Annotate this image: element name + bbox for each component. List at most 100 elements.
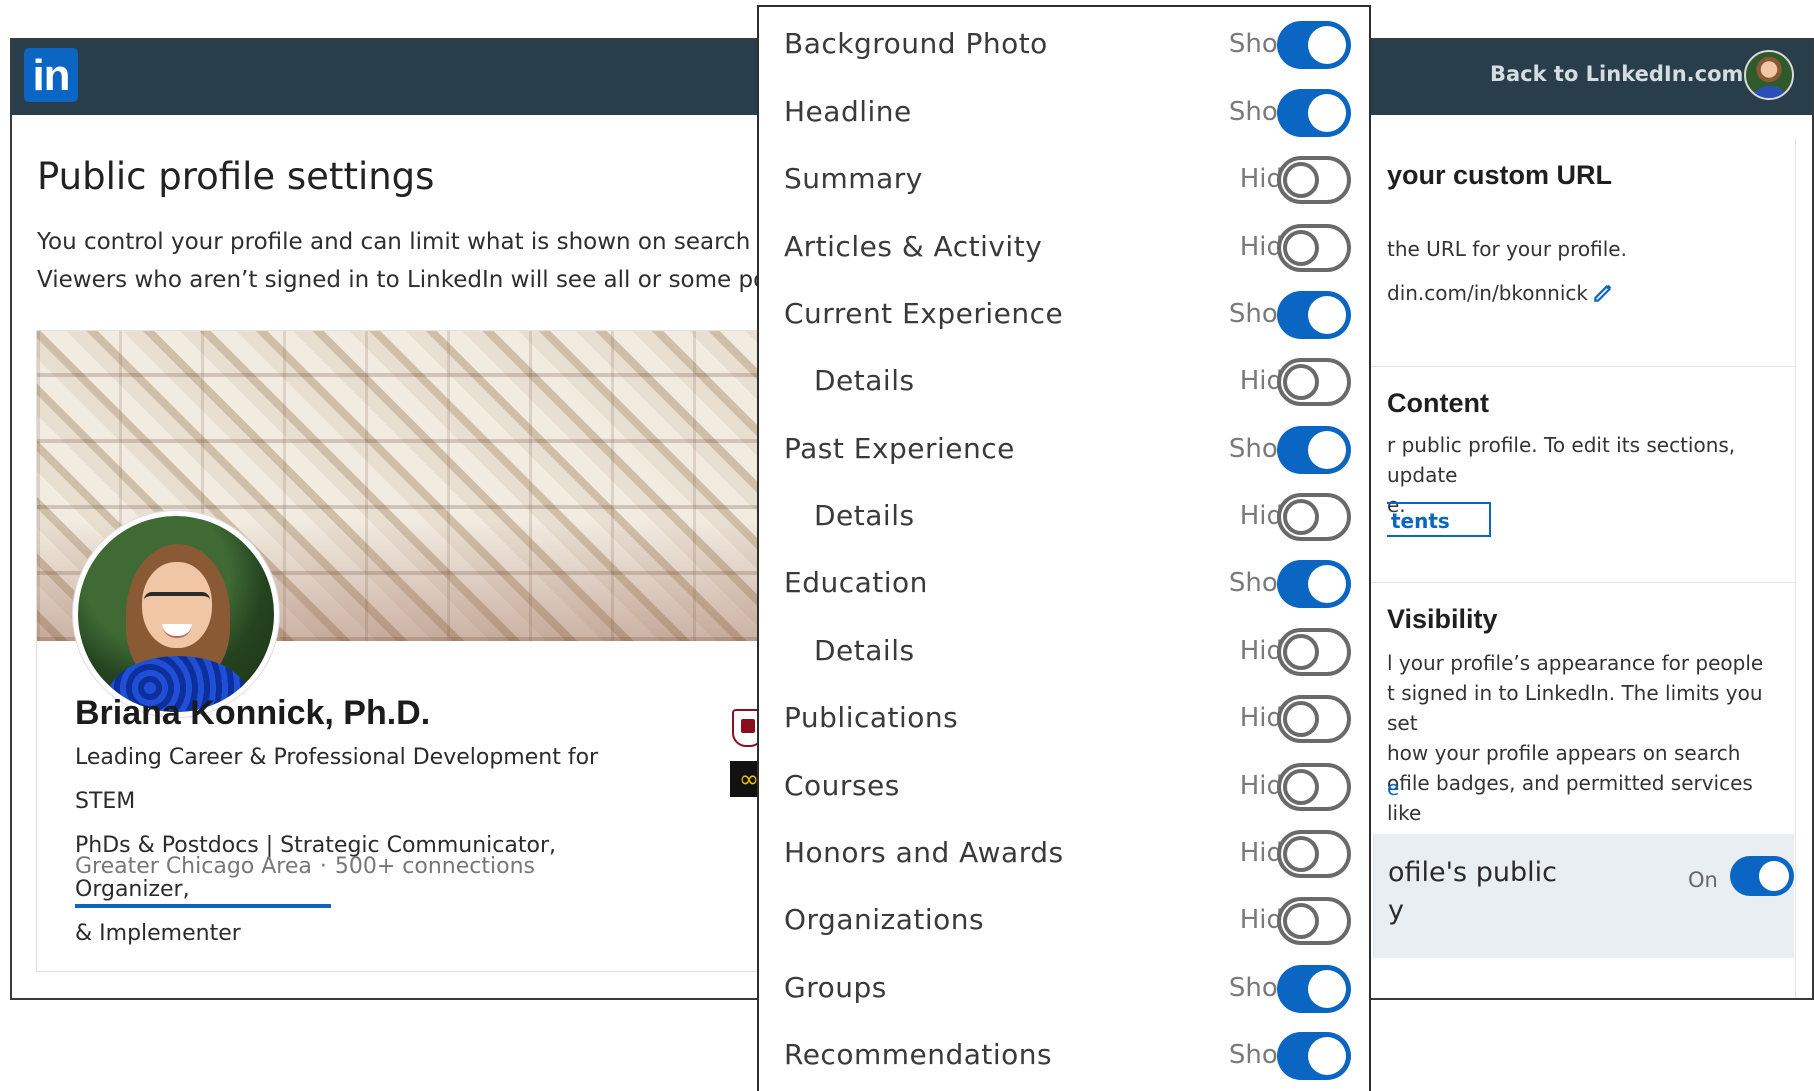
back-to-linkedin-link[interactable]: Back to LinkedIn.com [1490, 62, 1743, 86]
custom-url-value: din.com/in/bkonnick [1387, 281, 1588, 305]
custom-url-title: your custom URL [1387, 160, 1613, 190]
visibility-row: Background Photo Show [759, 15, 1369, 75]
profile-headline: Leading Career & Professional Developmen… [75, 736, 635, 956]
toggle-knob [1283, 499, 1319, 535]
content-title: Content [1387, 388, 1489, 418]
page-intro: You control your profile and can limit w… [37, 223, 793, 299]
visibility-row: Recommendations Show [759, 1026, 1369, 1086]
visibility-row-label: Organizations [784, 903, 985, 936]
visibility-row-label: Details [814, 499, 915, 532]
visibility-toggle[interactable] [1277, 830, 1351, 878]
toggle-knob [1308, 94, 1346, 132]
page-title: Public profile settings [37, 155, 435, 198]
visibility-row-label: Headline [784, 95, 912, 128]
visibility-toggle[interactable] [1277, 291, 1351, 339]
visibility-row: Publications Hide [759, 689, 1369, 749]
visibility-toggle[interactable] [1277, 21, 1351, 69]
visibility-toggle[interactable] [1277, 965, 1351, 1013]
visibility-row: Summary Hide [759, 150, 1369, 210]
visibility-toggle[interactable] [1277, 560, 1351, 608]
visibility-row-label: Past Experience [784, 432, 1015, 465]
toggle-knob [1283, 162, 1319, 198]
visibility-toggle[interactable] [1277, 89, 1351, 137]
public-visibility-box: ofile's public y On [1373, 834, 1794, 958]
intro-line-1: You control your profile and can limit w… [37, 229, 787, 255]
profile-name: Briana Konnick, Ph.D. [75, 694, 431, 732]
visibility-row-label: Details [814, 364, 915, 397]
toggle-knob [1308, 970, 1346, 1008]
toggle-knob [1283, 634, 1319, 670]
edit-contents-button[interactable]: tents [1387, 502, 1491, 537]
visibility-desc-line-1: l your profile’s appearance for people [1387, 651, 1764, 675]
toggle-knob [1308, 1037, 1346, 1075]
visibility-row: Courses Hide [759, 757, 1369, 817]
visibility-row-label: Details [814, 634, 915, 667]
visibility-toggle[interactable] [1277, 224, 1351, 272]
linkedin-logo-icon[interactable]: in [24, 48, 78, 102]
visibility-section: Visibility l your profile’s appearance f… [1333, 582, 1795, 998]
visibility-toggle[interactable] [1277, 493, 1351, 541]
profile-location: Greater Chicago Area [75, 854, 312, 879]
visibility-row: Groups Show [759, 959, 1369, 1019]
visibility-row: Details Hide [759, 622, 1369, 682]
pencil-icon[interactable] [1591, 279, 1617, 305]
toggle-knob [1283, 836, 1319, 872]
content-section: Content r public profile. To edit its se… [1333, 366, 1795, 583]
visibility-desc-line-2: t signed in to LinkedIn. The limits you … [1387, 681, 1763, 735]
toggle-knob [1308, 431, 1346, 469]
public-visibility-state: On [1688, 868, 1718, 892]
visibility-learn-more-link[interactable]: e [1387, 776, 1399, 800]
custom-url-description: the URL for your profile. [1387, 237, 1627, 261]
toggle-knob [1283, 364, 1319, 400]
visibility-row-label: Articles & Activity [784, 230, 1043, 263]
visibility-title: Visibility [1387, 604, 1498, 634]
visibility-row: Details Hide [759, 487, 1369, 547]
visibility-toggle[interactable] [1277, 426, 1351, 474]
visibility-row-label: Current Experience [784, 297, 1064, 330]
visibility-row-label: Publications [784, 701, 959, 734]
meta-separator: · [319, 854, 327, 879]
visibility-toggle[interactable] [1277, 156, 1351, 204]
public-visibility-toggle[interactable] [1730, 856, 1794, 896]
section-visibility-panel: Background Photo Show Headline Show Summary H… [757, 5, 1371, 1091]
public-visibility-line-2: y [1388, 895, 1404, 926]
visibility-description: l your profile’s appearance for people t… [1387, 648, 1787, 828]
visibility-toggle[interactable] [1277, 763, 1351, 811]
user-avatar[interactable] [1744, 50, 1794, 100]
visibility-row-label: Background Photo [784, 27, 1048, 60]
profile-meta: Greater Chicago Area · 500+ connections [75, 854, 535, 879]
visibility-row-label: Courses [784, 769, 900, 802]
visibility-row: Organizations Hide [759, 891, 1369, 951]
visibility-row-label: Recommendations [784, 1038, 1053, 1071]
visibility-toggle[interactable] [1277, 897, 1351, 945]
toggle-knob [1283, 903, 1319, 939]
visibility-row: Honors and Awards Hide [759, 824, 1369, 884]
headline-line-3: & Implementer [75, 921, 241, 946]
visibility-toggle[interactable] [1277, 695, 1351, 743]
visibility-row-label: Honors and Awards [784, 836, 1064, 869]
profile-connections: 500+ connections [334, 854, 535, 879]
headline-line-1: Leading Career & Professional Developmen… [75, 745, 599, 814]
settings-side-panel: your custom URL the URL for your profile… [1332, 138, 1796, 998]
toggle-knob [1283, 701, 1319, 737]
toggle-knob [1308, 565, 1346, 603]
toggle-knob [1308, 26, 1346, 64]
visibility-toggle[interactable] [1277, 358, 1351, 406]
visibility-row: Current Experience Show [759, 285, 1369, 345]
profile-button-edge [75, 904, 331, 908]
visibility-row-label: Summary [784, 162, 923, 195]
profile-photo[interactable] [73, 511, 279, 717]
toggle-knob [1308, 296, 1346, 334]
visibility-row: Headline Show [759, 83, 1369, 143]
visibility-row: Articles & Activity Hide [759, 218, 1369, 278]
intro-line-2: Viewers who aren’t signed in to LinkedIn… [37, 267, 793, 293]
visibility-row: Details Hide [759, 352, 1369, 412]
visibility-row: Past Experience Show [759, 420, 1369, 480]
profile-card: Briana Konnick, Ph.D. Leading Career & P… [36, 330, 798, 972]
visibility-row-label: Groups [784, 971, 887, 1004]
visibility-desc-line-4: ofile badges, and permitted services lik… [1387, 771, 1753, 825]
visibility-toggle[interactable] [1277, 628, 1351, 676]
public-visibility-label: ofile's public y [1388, 854, 1557, 930]
visibility-row: Education Show [759, 554, 1369, 614]
visibility-toggle[interactable] [1277, 1032, 1351, 1080]
